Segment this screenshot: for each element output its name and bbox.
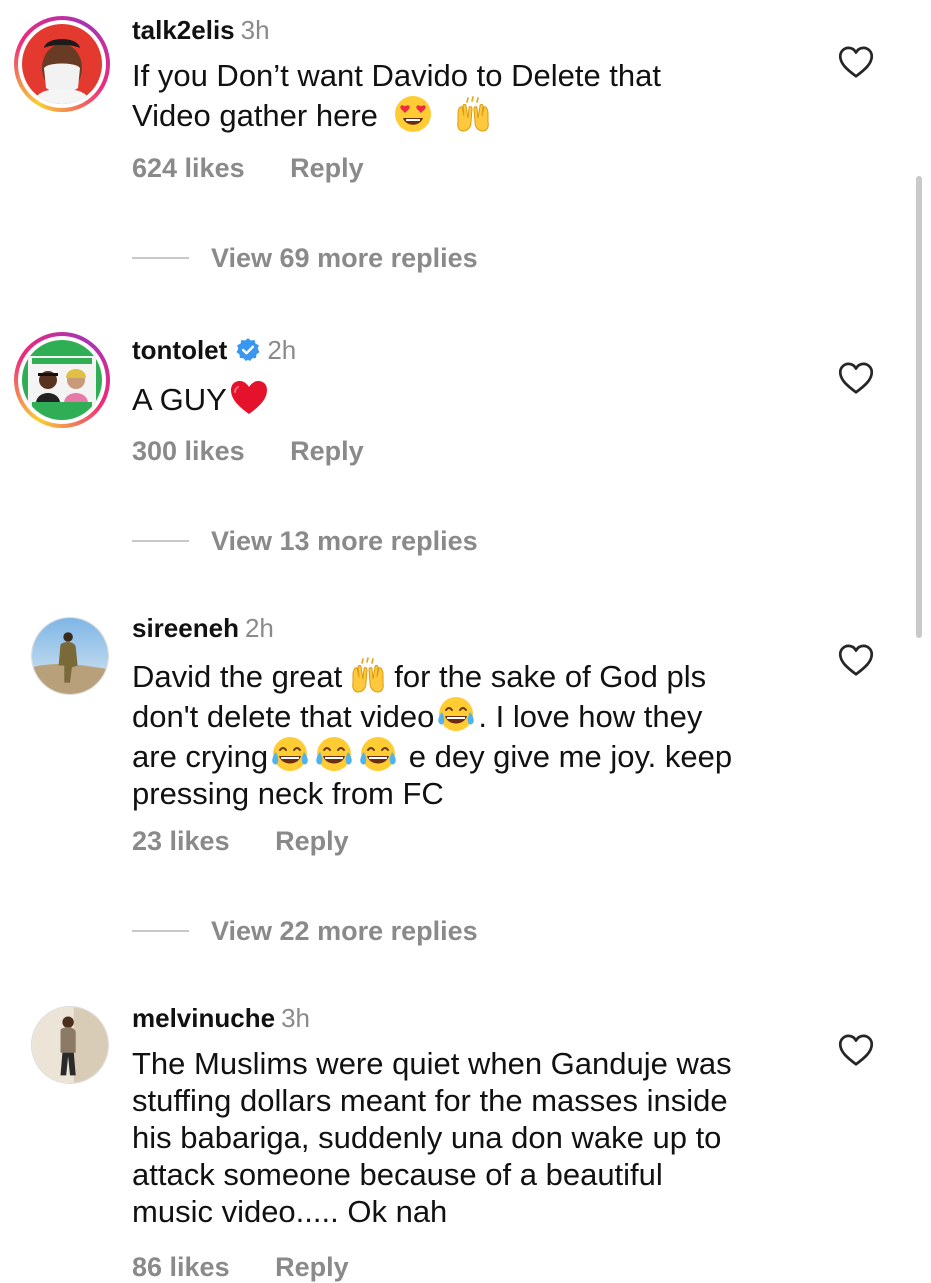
avatar-image: [22, 24, 102, 104]
verified-badge-icon: [236, 338, 260, 362]
tears-of-joy-emoji: [270, 735, 310, 775]
divider: [132, 930, 189, 932]
view-replies-button[interactable]: View 13 more replies: [132, 523, 478, 559]
likes-count[interactable]: 86 likes: [132, 1252, 230, 1283]
heart-icon[interactable]: [838, 1033, 874, 1067]
comment-text: A GUY: [132, 378, 822, 418]
likes-count[interactable]: 23 likes: [132, 826, 230, 857]
raising-hands-emoji: [453, 94, 493, 134]
heart-eyes-emoji: [393, 94, 433, 134]
heart-icon[interactable]: [838, 361, 874, 395]
timestamp: 2h: [267, 335, 297, 365]
avatar-image: [32, 1007, 108, 1083]
raising-hands-emoji: [348, 655, 388, 695]
avatar[interactable]: [14, 16, 110, 112]
divider: [132, 540, 189, 542]
reply-button[interactable]: Reply: [275, 1252, 349, 1283]
red-heart-emoji: [229, 378, 269, 418]
avatar-image: [22, 340, 102, 420]
timestamp: 2h: [244, 613, 274, 643]
username[interactable]: talk2elis: [132, 15, 235, 45]
view-replies-button[interactable]: View 69 more replies: [132, 240, 478, 276]
view-replies-button[interactable]: View 22 more replies: [132, 913, 478, 949]
comment-text: If you Don’t want Davido to Delete that …: [132, 58, 662, 134]
comment-text: David the great for the sake of God pls d…: [132, 655, 822, 812]
avatar-image: [32, 618, 108, 694]
timestamp: 3h: [240, 15, 270, 45]
likes-count[interactable]: 624 likes: [132, 153, 245, 184]
reply-button[interactable]: Reply: [290, 153, 364, 184]
username[interactable]: sireeneh: [132, 613, 239, 643]
tears-of-joy-emoji: [358, 735, 398, 775]
divider: [132, 257, 189, 259]
scrollbar[interactable]: [916, 176, 922, 638]
comment-text: The Muslims were quiet when Ganduje was …: [132, 1046, 732, 1229]
likes-count[interactable]: 300 likes: [132, 436, 245, 467]
heart-icon[interactable]: [838, 643, 874, 677]
username[interactable]: tontolet: [132, 335, 227, 365]
reply-button[interactable]: Reply: [275, 826, 349, 857]
tears-of-joy-emoji: [314, 735, 354, 775]
heart-icon[interactable]: [838, 45, 874, 79]
timestamp: 3h: [281, 1003, 310, 1033]
avatar[interactable]: [14, 332, 110, 428]
reply-button[interactable]: Reply: [290, 436, 364, 467]
tears-of-joy-emoji: [436, 695, 476, 735]
username[interactable]: melvinuche: [132, 1003, 275, 1033]
avatar[interactable]: [31, 617, 109, 695]
avatar[interactable]: [31, 1006, 109, 1084]
